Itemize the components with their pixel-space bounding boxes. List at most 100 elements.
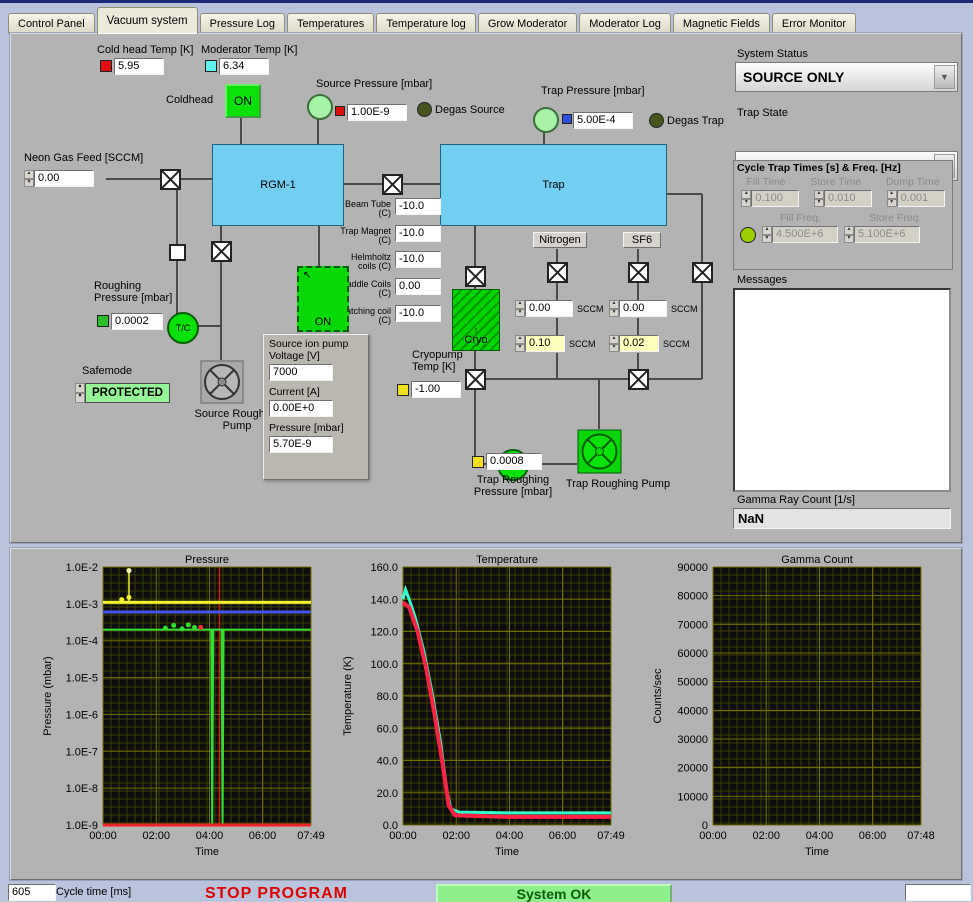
dump-time-value[interactable]: 0.001 <box>896 190 945 207</box>
tab-bar: Control Panel Vacuum system Pressure Log… <box>8 7 857 34</box>
system-status-value: SOURCE ONLY <box>743 69 845 85</box>
ion-pump-on-label: ON <box>314 316 332 328</box>
tab-vacuum-system[interactable]: Vacuum system <box>96 7 198 34</box>
sf6-setpoint-unit: SCCM <box>663 339 690 349</box>
spinner-arrows-icon[interactable]: ▲ ▼ <box>24 170 34 187</box>
degas-trap-led[interactable] <box>649 113 664 128</box>
tab-temperature-log[interactable]: Temperature log <box>376 13 476 34</box>
n2-setpoint-control[interactable]: ▲ ▼ 0.10 <box>515 335 565 352</box>
safemode-control[interactable]: ▲ ▼ PROTECTED <box>75 383 170 403</box>
store-freq-label: Store Freq. <box>868 212 922 224</box>
svg-text:00:00: 00:00 <box>89 830 117 842</box>
arrow-icon: ↖ <box>303 270 312 281</box>
sf6-manifold-valve-icon[interactable] <box>628 369 649 390</box>
store-time-control[interactable]: ▲ ▼ 0.010 <box>813 190 872 207</box>
dump-time-control[interactable]: ▲ ▼ 0.001 <box>886 190 945 207</box>
fill-time-value[interactable]: 0.100 <box>751 190 800 207</box>
rgm1-trap-valve-icon[interactable] <box>382 174 403 195</box>
svg-text:20.0: 20.0 <box>377 788 398 800</box>
chevron-down-icon[interactable]: ▼ <box>934 65 955 89</box>
svg-text:120.0: 120.0 <box>370 627 398 639</box>
ion-pump-on-button[interactable]: ON ↖ <box>297 266 349 332</box>
svg-text:40000: 40000 <box>677 705 708 717</box>
svg-text:50000: 50000 <box>677 677 708 689</box>
n2-flow-control[interactable]: ▲ ▼ 0.00 <box>515 300 573 317</box>
sf6-setpoint-control[interactable]: ▲ ▼ 0.02 <box>609 335 659 352</box>
sidebar: System Status SOURCE ONLY ▼ Trap State O… <box>733 34 958 542</box>
spinner-arrows-icon[interactable]: ▲ ▼ <box>609 300 619 317</box>
neon-valve-icon[interactable] <box>160 169 181 190</box>
store-freq-control[interactable]: ▲ ▼ 5.100E+6 <box>844 226 920 243</box>
cryopump-temp-label: Cryopump Temp [K] <box>412 349 463 373</box>
ion-pump-title: Source ion pump <box>269 338 349 350</box>
tab-control-panel[interactable]: Control Panel <box>8 13 95 34</box>
sf6-valve-icon[interactable] <box>628 262 649 283</box>
system-ok-button[interactable]: System OK <box>436 884 672 902</box>
trap-vent-valve-icon[interactable] <box>692 262 713 283</box>
thermocouple-gauge-source: T/C <box>167 312 199 344</box>
neon-gas-feed-label: Neon Gas Feed [SCCM] <box>24 152 144 164</box>
svg-text:1.0E-4: 1.0E-4 <box>66 636 98 648</box>
tab-moderator-log[interactable]: Moderator Log <box>579 13 671 34</box>
neon-gas-feed-value[interactable]: 0.00 <box>34 170 94 187</box>
tab-temperatures[interactable]: Temperatures <box>287 13 375 34</box>
sf6-setpoint-value[interactable]: 0.02 <box>619 335 659 352</box>
ion-pump-pressure-label: Pressure [mbar] <box>269 422 344 434</box>
trap-roughing-pressure-label: Trap Roughing Pressure [mbar] <box>473 474 553 498</box>
tab-error-monitor[interactable]: Error Monitor <box>771 13 857 34</box>
sf6-flow-value[interactable]: 0.00 <box>619 300 667 317</box>
tab-magnetic-fields[interactable]: Magnetic Fields <box>672 13 770 34</box>
svg-text:Time: Time <box>805 846 829 858</box>
svg-text:02:00: 02:00 <box>142 830 170 842</box>
ion-pump-voltage-value: 7000 <box>269 364 333 381</box>
trap-state-label: Trap State <box>737 107 788 119</box>
fill-freq-value[interactable]: 4.500E+6 <box>772 226 838 243</box>
cycle-led <box>740 226 756 243</box>
degas-source-led[interactable] <box>417 102 432 117</box>
ion-pump-pressure-value: 5.70E-9 <box>269 436 333 453</box>
nitrogen-valve-icon[interactable] <box>547 262 568 283</box>
cold-head-temp-value: 5.95 <box>114 58 164 75</box>
sf6-tag: SF6 <box>623 232 661 248</box>
svg-text:10000: 10000 <box>677 791 708 803</box>
rgm1-label: RGM-1 <box>260 179 296 191</box>
matching-coil-value: -10.0 <box>395 305 441 322</box>
messages-box <box>733 288 951 492</box>
source-roughing-valve-icon[interactable] <box>211 241 232 262</box>
svg-text:02:00: 02:00 <box>752 830 780 842</box>
cycle-time-value: 605 <box>8 884 56 901</box>
svg-text:07:48: 07:48 <box>907 830 935 842</box>
svg-text:80000: 80000 <box>677 591 708 603</box>
svg-text:00:00: 00:00 <box>699 830 727 842</box>
tab-grow-moderator[interactable]: Grow Moderator <box>477 13 578 34</box>
spinner-arrows-icon[interactable]: ▲ ▼ <box>515 335 525 352</box>
source-roughing-pump-icon <box>200 360 244 409</box>
svg-text:90000: 90000 <box>677 562 708 574</box>
rgm1-chamber: RGM-1 <box>212 144 344 226</box>
stop-program-button[interactable]: STOP PROGRAM <box>205 885 348 902</box>
system-status-label: System Status <box>737 48 808 60</box>
svg-text:140.0: 140.0 <box>370 594 398 606</box>
store-freq-value[interactable]: 5.100E+6 <box>854 226 920 243</box>
tab-pressure-log[interactable]: Pressure Log <box>199 13 286 34</box>
trap-label: Trap <box>542 179 565 191</box>
cryo-valve-icon[interactable] <box>465 266 486 287</box>
cycle-trap-group: Cycle Trap Times [s] & Freq. [Hz] Fill T… <box>733 160 953 270</box>
sf6-flow-control[interactable]: ▲ ▼ 0.00 <box>609 300 667 317</box>
store-time-value[interactable]: 0.010 <box>823 190 872 207</box>
coldhead-on-button[interactable]: ON <box>225 84 261 118</box>
safemode-value[interactable]: PROTECTED <box>85 383 170 403</box>
sf6-flow-unit: SCCM <box>671 304 698 314</box>
spinner-arrows-icon[interactable]: ▲ ▼ <box>609 335 619 352</box>
n2-setpoint-value[interactable]: 0.10 <box>525 335 565 352</box>
system-status-dropdown[interactable]: SOURCE ONLY ▼ <box>735 62 958 92</box>
neon-gas-feed-control[interactable]: ▲ ▼ 0.00 <box>24 170 94 187</box>
spinner-arrows-icon[interactable]: ▲ ▼ <box>515 300 525 317</box>
spinner-arrows-icon[interactable]: ▲ ▼ <box>75 383 85 403</box>
fill-freq-control[interactable]: ▲ ▼ 4.500E+6 <box>762 226 838 243</box>
fill-time-label: Fill Time <box>746 176 786 188</box>
svg-text:07:49: 07:49 <box>297 830 325 842</box>
saddle-coils-value: 0.00 <box>395 278 441 295</box>
fill-time-control[interactable]: ▲ ▼ 0.100 <box>741 190 800 207</box>
n2-flow-value[interactable]: 0.00 <box>525 300 573 317</box>
